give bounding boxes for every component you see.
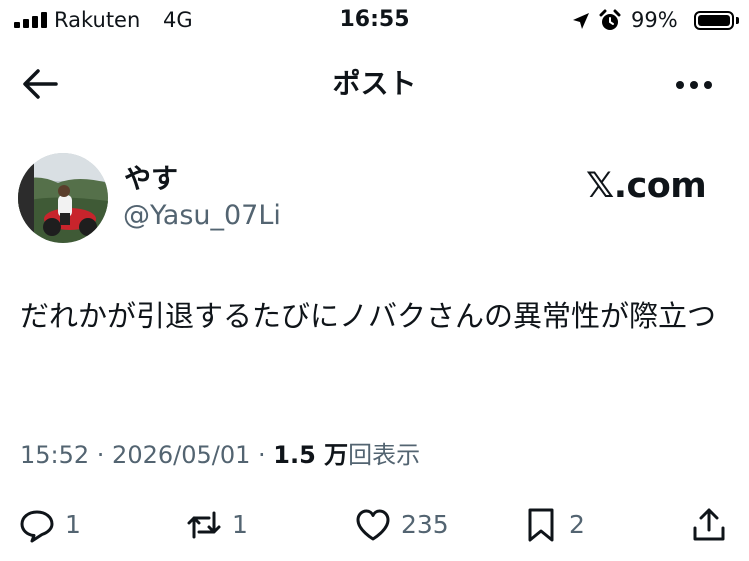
bookmark-icon <box>528 508 554 542</box>
location-arrow-icon <box>573 13 589 29</box>
bookmark-button[interactable]: 2 <box>522 505 585 545</box>
battery-fill <box>698 15 730 26</box>
author-name[interactable]: やす <box>124 164 178 196</box>
more-icon[interactable] <box>672 72 716 96</box>
battery-cap <box>736 17 739 24</box>
reply-icon <box>20 510 54 543</box>
battery-percent: 99% <box>631 8 678 32</box>
repost-icon <box>187 511 221 539</box>
views-count[interactable]: 1.5 万 <box>273 441 348 469</box>
repost-count: 1 <box>232 510 248 539</box>
avatar[interactable] <box>18 153 108 243</box>
page-title: ポスト <box>332 67 417 100</box>
like-button[interactable]: 235 <box>354 505 449 545</box>
author-handle[interactable]: @Yasu_07Li <box>123 200 281 232</box>
post-text: だれかが引退するたびにノバクさんの異常性が際立つ <box>20 299 717 333</box>
brand-logo: 𝕏.com <box>586 166 707 206</box>
battery-icon <box>694 11 734 30</box>
views-label: 回表示 <box>348 441 421 469</box>
post-meta: 15:52 · 2026/05/01 · 1.5 万回表示 <box>20 439 420 471</box>
alarm-icon <box>599 9 621 30</box>
bookmark-count: 2 <box>569 510 585 539</box>
like-count: 235 <box>401 510 449 539</box>
repost-button[interactable]: 1 <box>185 505 248 545</box>
reply-count: 1 <box>65 510 81 539</box>
share-icon <box>693 508 725 541</box>
post-timestamp: 15:52 · 2026/05/01 · <box>20 441 274 469</box>
like-icon <box>356 509 390 541</box>
status-bar: Rakuten 4G 16:55 99% <box>0 0 749 40</box>
reply-button[interactable]: 1 <box>18 505 81 545</box>
share-button[interactable] <box>690 505 728 545</box>
